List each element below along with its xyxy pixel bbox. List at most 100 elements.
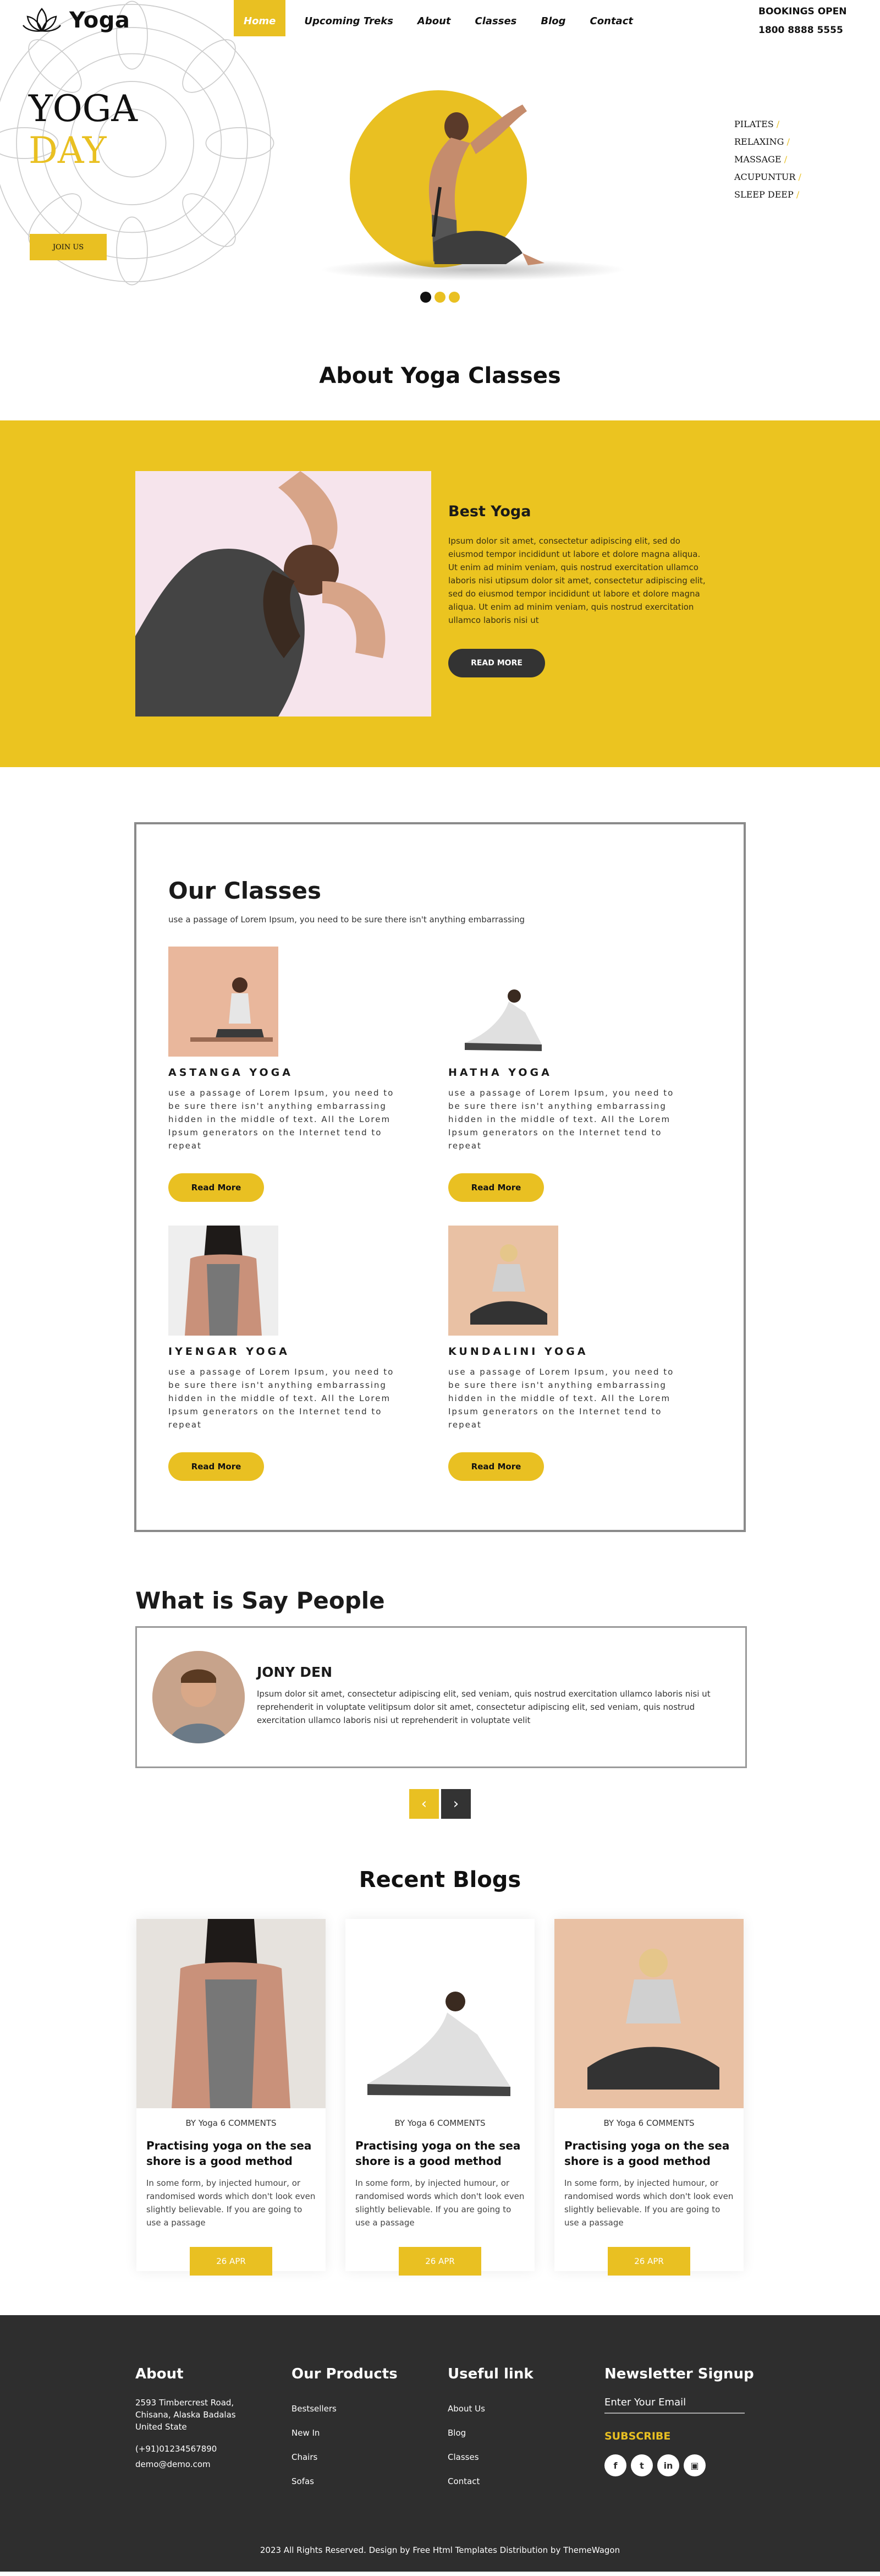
testimonial-card: JONY DEN Ipsum dolor sit amet, consectet… — [135, 1626, 747, 1768]
footer-products: Our Products Bestsellers New In Chairs S… — [292, 2366, 398, 2493]
blog-meta: BY Yoga 6 COMMENTS — [185, 2118, 277, 2128]
footer-link[interactable]: Contact — [448, 2469, 534, 2493]
class-description: use a passage of Lorem Ipsum, you need t… — [448, 1367, 674, 1430]
footer-link[interactable]: About Us — [448, 2397, 534, 2421]
join-us-button[interactable]: JOIN US — [30, 234, 107, 260]
booking-label: BOOKINGS OPEN — [758, 6, 847, 17]
nav-about[interactable]: About — [405, 0, 463, 36]
booking-info: BOOKINGS OPEN 1800 8888 5555 — [758, 2, 846, 40]
side-list-item[interactable]: MASSAGE / — [734, 151, 801, 168]
testimonial-text: Ipsum dolor sit amet, consectetur adipis… — [257, 1689, 711, 1725]
blog-title[interactable]: Practising yoga on the sea shore is a go… — [146, 2138, 316, 2169]
chevron-left-icon[interactable]: ‹ — [409, 1789, 439, 1819]
side-list-item[interactable]: SLEEP DEEP / — [734, 186, 801, 204]
blog-card[interactable]: BY Yoga 6 COMMENTS Practising yoga on th… — [554, 1919, 744, 2276]
side-list-item[interactable]: ACUPUNTUR / — [734, 168, 801, 186]
instagram-icon[interactable]: ▣ — [684, 2454, 706, 2476]
class-card-hatha: HATHA YOGA use a passage of Lorem Ipsum,… — [448, 947, 679, 1202]
blog-card[interactable]: BY Yoga 6 COMMENTS Practising yoga on th… — [345, 1919, 535, 2276]
class-image — [448, 947, 558, 1057]
subscribe-button[interactable]: SUBSCRIBE — [604, 2430, 754, 2442]
slider-dot-2[interactable] — [435, 292, 446, 303]
linkedin-icon[interactable]: in — [657, 2454, 679, 2476]
hero-section: Yoga Home Upcoming Treks About Classes B… — [0, 0, 880, 347]
about-read-more-button[interactable]: READ MORE — [448, 649, 545, 677]
avatar — [152, 1651, 245, 1743]
blogs-section: BY Yoga 6 COMMENTS Practising yoga on th… — [0, 1908, 880, 2315]
footer: About 2593 Timbercrest Road, Chisana, Al… — [0, 2315, 880, 2572]
footer-about-title: About — [135, 2366, 184, 2382]
footer-about: About 2593 Timbercrest Road, Chisana, Al… — [135, 2366, 236, 2470]
hero-title-line1: YOGA — [29, 87, 138, 130]
chevron-right-icon[interactable]: › — [441, 1789, 471, 1819]
blog-date-badge: 26 APR — [399, 2247, 481, 2276]
footer-product-link[interactable]: Chairs — [292, 2445, 398, 2469]
facebook-icon[interactable]: f — [604, 2454, 626, 2476]
slider-dot-1[interactable] — [420, 292, 431, 303]
nav-upcoming-treks[interactable]: Upcoming Treks — [292, 0, 405, 36]
hero-title-line2: DAY — [29, 129, 107, 172]
booking-phone[interactable]: 1800 8888 5555 — [758, 21, 846, 40]
blog-excerpt: In some form, by injected humour, or ran… — [564, 2178, 734, 2228]
nav-classes[interactable]: Classes — [463, 0, 529, 36]
blog-title[interactable]: Practising yoga on the sea shore is a go… — [564, 2138, 734, 2169]
social-links: f t in ▣ — [604, 2454, 754, 2476]
hero-title: YOGA DAY — [29, 88, 138, 172]
footer-product-link[interactable]: Sofas — [292, 2469, 398, 2493]
side-list-item[interactable]: PILATES / — [734, 116, 801, 133]
class-card-astanga: ASTANGA YOGA use a passage of Lorem Ipsu… — [168, 947, 399, 1202]
blog-image — [136, 1919, 326, 2108]
blog-card[interactable]: BY Yoga 6 COMMENTS Practising yoga on th… — [136, 1919, 326, 2276]
class-image — [168, 947, 278, 1057]
class-image — [168, 1226, 278, 1336]
class-read-more-button[interactable]: Read More — [448, 1173, 544, 1202]
class-name: HATHA YOGA — [448, 1067, 552, 1079]
nav-home[interactable]: Home — [234, 0, 286, 36]
class-name: KUNDALINI YOGA — [448, 1346, 588, 1358]
footer-products-title: Our Products — [292, 2366, 398, 2382]
class-image — [448, 1226, 558, 1336]
nav-contact[interactable]: Contact — [578, 0, 645, 36]
class-read-more-button[interactable]: Read More — [448, 1452, 544, 1481]
footer-link[interactable]: Classes — [448, 2445, 534, 2469]
main-nav: Home Upcoming Treks About Classes Blog C… — [234, 0, 645, 36]
testimonial-arrows: ‹ › — [0, 1789, 880, 1819]
about-paragraph: Ipsum dolor sit amet, consectetur adipis… — [448, 536, 706, 625]
footer-address-line: 2593 Timbercrest Road, — [135, 2398, 234, 2408]
footer-product-link[interactable]: New In — [292, 2421, 398, 2445]
hero-side-list: PILATES / RELAXING / MASSAGE / ACUPUNTUR… — [734, 116, 801, 204]
footer-links-title: Useful link — [448, 2366, 534, 2382]
blog-image — [345, 1919, 535, 2108]
hero-slider-dots — [420, 292, 460, 303]
class-card-kundalini: KUNDALINI YOGA use a passage of Lorem Ip… — [448, 1226, 679, 1481]
footer-link[interactable]: Blog — [448, 2421, 534, 2445]
blog-date-badge: 26 APR — [608, 2247, 690, 2276]
slider-dot-3[interactable] — [449, 292, 460, 303]
footer-email[interactable]: demo@demo.com — [135, 2458, 236, 2470]
lotus-icon — [23, 8, 61, 32]
blog-meta: BY Yoga 6 COMMENTS — [603, 2118, 695, 2128]
blog-excerpt: In some form, by injected humour, or ran… — [355, 2178, 525, 2228]
about-heading: Best Yoga — [448, 503, 531, 520]
class-read-more-button[interactable]: Read More — [168, 1452, 264, 1481]
footer-phone[interactable]: (+91)01234567890 — [135, 2443, 236, 2455]
nav-blog[interactable]: Blog — [529, 0, 578, 36]
twitter-icon[interactable]: t — [631, 2454, 653, 2476]
brand-logo[interactable]: Yoga — [22, 7, 130, 34]
side-list-item[interactable]: RELAXING / — [734, 133, 801, 151]
footer-address-line: Chisana, Alaska Badalas — [135, 2410, 236, 2420]
footer-product-link[interactable]: Bestsellers — [292, 2397, 398, 2421]
newsletter-email-input[interactable]: Enter Your Email — [604, 2397, 745, 2414]
blog-excerpt: In some form, by injected humour, or ran… — [146, 2178, 316, 2228]
class-name: ASTANGA YOGA — [168, 1067, 293, 1079]
brand-name: Yoga — [69, 8, 130, 33]
class-read-more-button[interactable]: Read More — [168, 1173, 264, 1202]
blog-title[interactable]: Practising yoga on the sea shore is a go… — [355, 2138, 525, 2169]
class-description: use a passage of Lorem Ipsum, you need t… — [168, 1088, 394, 1151]
blogs-section-title: Recent Blogs — [359, 1867, 521, 1893]
about-section: Best Yoga Ipsum dolor sit amet, consecte… — [0, 420, 880, 767]
class-card-iyengar: IYENGAR YOGA use a passage of Lorem Ipsu… — [168, 1226, 399, 1481]
blog-date-badge: 26 APR — [190, 2247, 272, 2276]
footer-address-line: United State — [135, 2422, 187, 2432]
about-text-block: Best Yoga Ipsum dolor sit amet, consecte… — [448, 503, 710, 677]
